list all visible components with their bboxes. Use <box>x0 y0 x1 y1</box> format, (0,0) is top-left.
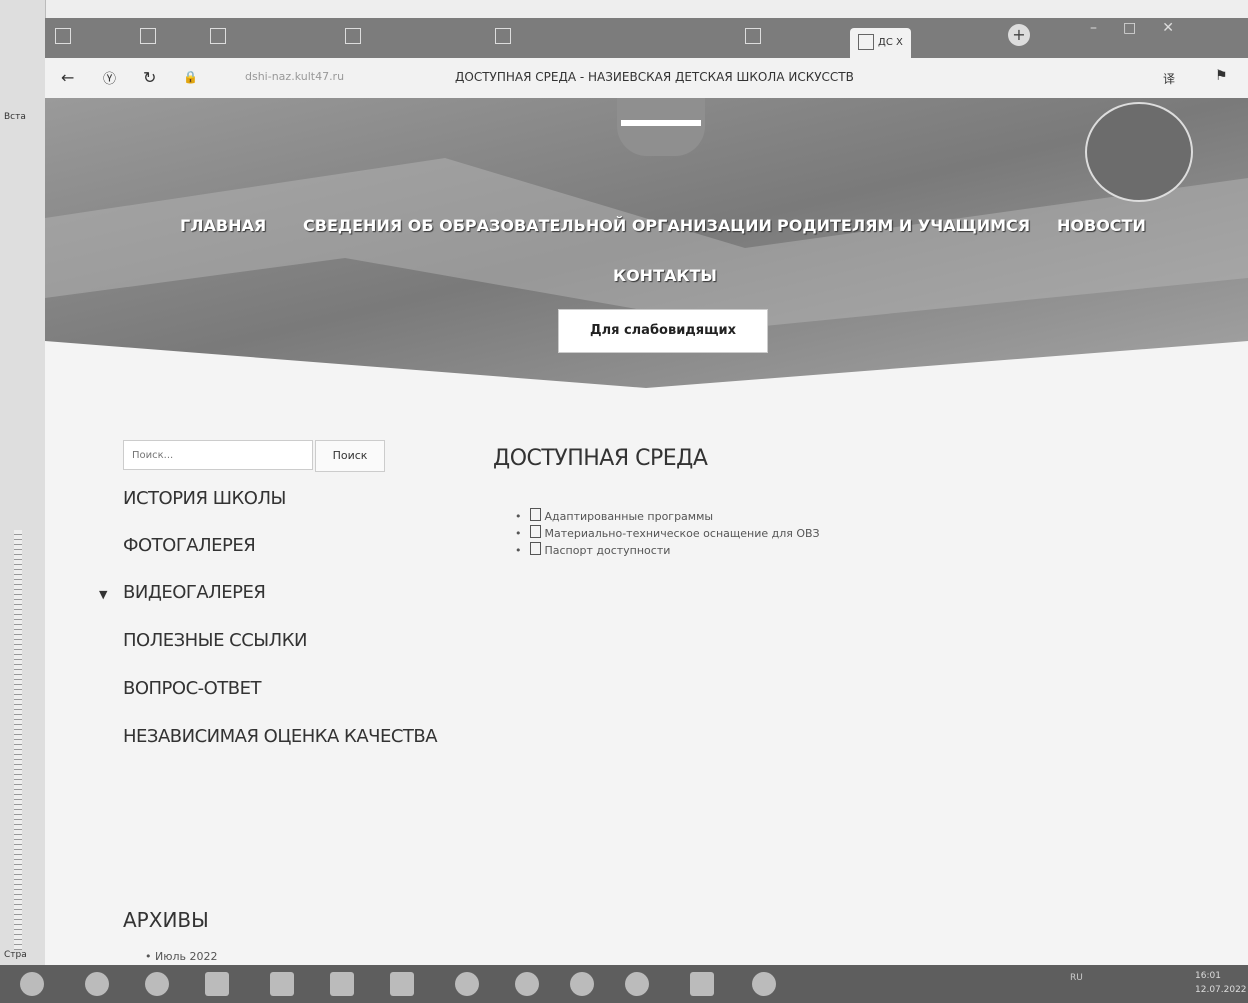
document-icon <box>529 542 541 555</box>
tab-favicon-icon <box>140 28 156 44</box>
browser-tab-strip: ДС Х <box>45 18 1248 58</box>
sidebar-item-faq[interactable]: ВОПРОС-ОТВЕТ <box>123 678 262 699</box>
address-bar: ← Ⓨ ↻ 🔒 dshi-naz.kult47.ru ДОСТУПНАЯ СРЕ… <box>45 58 1248 99</box>
web-page: ГЛАВНАЯ СВЕДЕНИЯ ОБ ОБРАЗОВАТЕЛЬНОЙ ОРГА… <box>45 98 1248 965</box>
yandex-browser-icon[interactable] <box>752 972 776 996</box>
document-list: Адаптированные программы Материально-тех… <box>515 508 820 559</box>
nav-home[interactable]: ГЛАВНАЯ <box>180 216 266 235</box>
nav-parents-students[interactable]: РОДИТЕЛЯМ И УЧАЩИМСЯ <box>777 216 1030 235</box>
word-side-strip: Вста Стра <box>0 0 46 965</box>
powerpoint-icon[interactable] <box>390 972 414 996</box>
chevron-down-icon[interactable]: ▼ <box>99 588 107 601</box>
clock[interactable]: 16:01 12.07.2022 <box>1195 969 1247 997</box>
vertical-ruler <box>14 530 22 950</box>
start-icon[interactable] <box>20 972 44 996</box>
low-vision-button[interactable]: Для слабовидящих <box>558 309 768 353</box>
word-icon[interactable] <box>690 972 714 996</box>
nav-news[interactable]: НОВОСТИ <box>1057 216 1146 235</box>
content-title: ДОСТУПНАЯ СРЕДА <box>493 446 708 471</box>
tab-favicon-icon <box>210 28 226 44</box>
strip-label-top: Вста <box>4 112 26 122</box>
yandex-browser-icon[interactable] <box>625 972 649 996</box>
search-button[interactable]: Поиск <box>315 440 385 472</box>
taskbar-app-icon[interactable] <box>85 972 109 996</box>
browser-tab[interactable] <box>210 24 230 50</box>
tab-favicon-icon <box>745 28 761 44</box>
reload-icon[interactable]: ↻ <box>143 68 156 87</box>
sidebar-item-history[interactable]: ИСТОРИЯ ШКОЛЫ <box>123 488 286 509</box>
tab-favicon-icon <box>495 28 511 44</box>
window-controls: –□✕ <box>1090 20 1200 36</box>
tab-favicon-icon <box>345 28 361 44</box>
sidebar-item-video-gallery[interactable]: ВИДЕОГАЛЕРЕЯ <box>123 582 266 603</box>
yandex-icon[interactable] <box>570 972 594 996</box>
school-logo <box>1085 102 1193 202</box>
search-input[interactable] <box>123 440 313 470</box>
minimize-icon[interactable]: – <box>1090 20 1123 36</box>
list-item[interactable]: Паспорт доступности <box>515 542 820 557</box>
site-header: ГЛАВНАЯ СВЕДЕНИЯ ОБ ОБРАЗОВАТЕЛЬНОЙ ОРГА… <box>45 98 1248 398</box>
browser-tab[interactable] <box>745 24 765 50</box>
taskbar-app-icon[interactable] <box>515 972 539 996</box>
excel-icon[interactable] <box>330 972 354 996</box>
browser-tab[interactable] <box>495 24 515 50</box>
explorer-icon[interactable] <box>205 972 229 996</box>
strip-label-bottom: Стра <box>4 950 27 960</box>
taskbar-app-icon[interactable] <box>455 972 479 996</box>
maximize-icon[interactable]: □ <box>1123 20 1162 36</box>
archives-title: АРХИВЫ <box>123 908 209 932</box>
sidebar-item-quality-assessment[interactable]: НЕЗАВИСИМАЯ ОЦЕНКА КАЧЕСТВА <box>123 726 438 747</box>
new-tab-button[interactable]: + <box>1008 24 1030 46</box>
site-lock-icon: 🔒 <box>183 70 198 84</box>
browser-tab[interactable] <box>345 24 365 50</box>
url-text[interactable]: dshi-naz.kult47.ru <box>245 70 344 83</box>
archive-link[interactable]: • Июль 2022 <box>145 950 218 963</box>
nav-contacts[interactable]: КОНТАКТЫ <box>613 266 717 285</box>
bookmark-icon[interactable]: ⚑ <box>1215 68 1228 84</box>
document-icon <box>529 508 541 521</box>
media-icon[interactable] <box>270 972 294 996</box>
page-title: ДОСТУПНАЯ СРЕДА - НАЗИЕВСКАЯ ДЕТСКАЯ ШКО… <box>455 70 854 84</box>
taskbar: RU 16:01 12.07.2022 <box>0 965 1248 1003</box>
system-tray[interactable]: RU <box>1070 973 1083 983</box>
browser-tab-active[interactable]: ДС Х <box>850 28 911 58</box>
tab-favicon-icon <box>858 34 874 50</box>
school-emblem <box>617 98 705 156</box>
close-icon[interactable]: ✕ <box>1162 20 1200 36</box>
sidebar-item-photo-gallery[interactable]: ФОТОГАЛЕРЕЯ <box>123 535 256 556</box>
yandex-icon[interactable]: Ⓨ <box>103 68 116 87</box>
browser-tab[interactable] <box>140 24 160 50</box>
home-icon[interactable] <box>55 24 75 50</box>
back-arrow-icon[interactable]: ← <box>61 68 74 87</box>
list-item[interactable]: Адаптированные программы <box>515 508 820 523</box>
ie-icon[interactable] <box>145 972 169 996</box>
document-icon <box>529 525 541 538</box>
nav-organization-info[interactable]: СВЕДЕНИЯ ОБ ОБРАЗОВАТЕЛЬНОЙ ОРГАНИЗАЦИИ <box>303 216 772 235</box>
sidebar-item-useful-links[interactable]: ПОЛЕЗНЫЕ ССЫЛКИ <box>123 630 307 651</box>
translate-icon[interactable]: 译 <box>1163 70 1175 87</box>
list-item[interactable]: Материально-техническое оснащение для ОВ… <box>515 525 820 540</box>
